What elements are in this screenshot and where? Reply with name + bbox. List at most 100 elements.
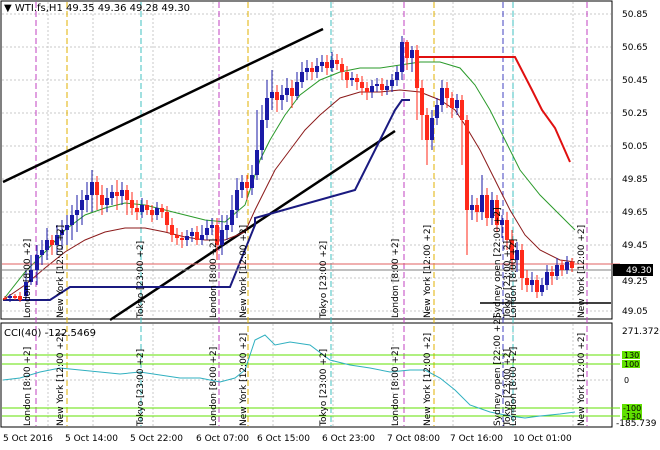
candle-body (225, 225, 229, 230)
session-label: Tokyo [23:00 +2] (319, 349, 329, 427)
candle-body (3, 298, 7, 299)
candle-body (430, 118, 434, 140)
candle-body (435, 105, 439, 118)
price-tick: 50.25 (622, 109, 648, 119)
candle-body (285, 88, 289, 95)
candle-body (180, 238, 184, 240)
candle-body (210, 225, 214, 228)
time-tick: 6 Oct 23:00 (322, 434, 375, 444)
candle-body (155, 208, 159, 215)
candle-body (290, 88, 294, 96)
candle-body (8, 296, 12, 298)
session-label: London [8:00 +2] (509, 347, 519, 426)
candle-body (310, 68, 314, 72)
candle-body (505, 220, 509, 240)
candle-body (95, 182, 99, 195)
session-label: London [8:00 +2] (209, 347, 219, 426)
candle-body (75, 210, 79, 215)
candle-body (525, 278, 529, 285)
candle-body (175, 235, 179, 238)
candle-body (400, 42, 404, 72)
session-label: Tokyo [23:00 +2] (319, 241, 329, 319)
candle-body (360, 82, 364, 88)
price-tick: 50.45 (622, 76, 648, 86)
cci-scale-top: 271.3726 (622, 327, 660, 337)
candle-body (485, 195, 489, 218)
session-label: Tokyo [23:00 +2] (136, 241, 146, 319)
candle-body (550, 272, 554, 276)
time-tick: 6 Oct 07:00 (196, 434, 249, 444)
candle-body (18, 296, 22, 300)
candle-body (220, 230, 224, 245)
candle-body (235, 190, 239, 210)
session-label: New York [12:00 +2] (239, 333, 249, 426)
candle-body (13, 296, 17, 298)
candle-body (545, 272, 549, 285)
candle-body (110, 192, 114, 198)
session-label: New York [12:00 +2] (239, 225, 249, 318)
candle-body (115, 192, 119, 196)
time-tick: 10 Oct 01:00 (513, 434, 572, 444)
price-tick: 50.05 (622, 142, 648, 152)
time-tick: 7 Oct 16:00 (450, 434, 503, 444)
candle-body (470, 205, 474, 210)
candle-body (370, 86, 374, 92)
candle-body (315, 66, 319, 72)
candle-body (160, 208, 164, 212)
candle-body (90, 182, 94, 195)
candle-body (70, 215, 74, 225)
candle-body (480, 195, 484, 212)
candle-body (465, 120, 469, 210)
chart-canvas[interactable]: 50.85 50.65 50.45 50.25 50.05 49.85 49.6… (0, 0, 660, 450)
session-label: New York [12:00 +2] (577, 225, 587, 318)
cci-label: CCI(40) (4, 328, 42, 339)
candle-body (530, 280, 534, 285)
candle-body (295, 82, 299, 96)
candle-body (230, 210, 234, 225)
cci-scale-bottom: -185.739 (616, 419, 657, 429)
candle-body (355, 78, 359, 82)
price-tick: 49.85 (622, 175, 648, 185)
candle-body (410, 50, 414, 58)
candle-body (475, 205, 479, 212)
candle-body (35, 255, 39, 270)
session-label: New York [12:00 +2] (423, 225, 433, 318)
ohlc-values: 49.35 49.36 49.28 49.30 (66, 3, 191, 14)
cci-level-100: 100 (624, 360, 639, 369)
candle-body (85, 195, 89, 200)
price-tick: 50.85 (622, 10, 648, 20)
candle-body (365, 88, 369, 92)
candle-body (40, 250, 44, 255)
symbol-label: WTI.fs,H1 (14, 3, 63, 14)
candle-body (415, 50, 419, 88)
price-tick: 49.45 (622, 241, 648, 251)
session-label: New York [12:00 +2] (56, 225, 66, 318)
candle-body (170, 225, 174, 235)
candle-body (335, 60, 339, 64)
candle-body (205, 228, 209, 235)
candle-body (390, 80, 394, 86)
candle-body (520, 250, 524, 278)
candle-body (565, 262, 569, 270)
candle-body (260, 120, 264, 150)
candle-body (130, 200, 134, 208)
session-label: New York [12:00 +2] (423, 333, 433, 426)
price-tick: 49.65 (622, 208, 648, 218)
time-scale: 5 Oct 2016 5 Oct 14:00 5 Oct 22:00 6 Oct… (3, 434, 572, 444)
candle-body (350, 78, 354, 80)
candle-body (320, 62, 324, 66)
candle-body (560, 265, 564, 270)
candle-body (45, 240, 49, 250)
session-label: London [8:00 +2] (209, 239, 219, 318)
price-tick: 49.05 (622, 307, 648, 317)
candle-body (375, 84, 379, 86)
candle-body (150, 210, 154, 215)
candle-body (185, 236, 189, 240)
session-label: London [8:00 +2] (391, 239, 401, 318)
price-tick: 50.65 (622, 43, 648, 53)
collapse-arrow-icon[interactable]: ▼ (4, 3, 12, 14)
time-tick: 7 Oct 08:00 (387, 434, 440, 444)
candle-body (255, 150, 259, 175)
candle-body (445, 88, 449, 98)
candle-body (275, 92, 279, 100)
